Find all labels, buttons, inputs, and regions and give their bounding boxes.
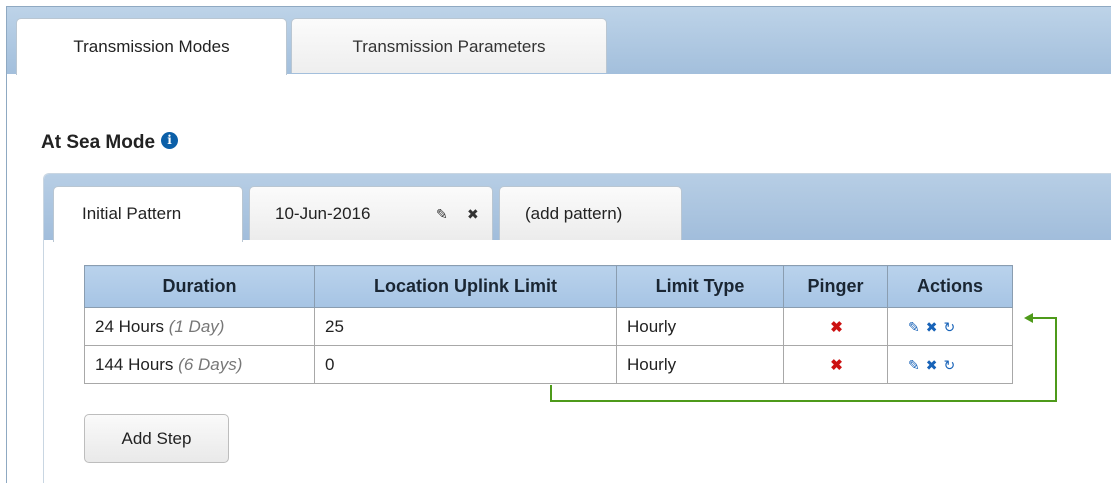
close-icon[interactable]: ✖ [467, 187, 479, 241]
pinger-off-icon: ✖ [830, 318, 843, 336]
column-header-limit-type: Limit Type [616, 265, 784, 308]
info-circle-icon[interactable]: i [161, 131, 179, 149]
tab-label: Initial Pattern [82, 204, 182, 223]
tab-label: Transmission Parameters [352, 37, 546, 56]
loop-icon[interactable]: ↻ [943, 357, 955, 373]
limit-type-cell: Hourly [616, 307, 784, 346]
table-row: 24 Hours (1 Day) 25 Hourly ✖ ✎ ✖ ↻ [84, 307, 1013, 346]
duration-cell: 24 Hours (1 Day) [84, 307, 315, 346]
tab-label: (add pattern) [525, 204, 623, 223]
limit-cell: 25 [314, 307, 617, 346]
add-step-button[interactable]: Add Step [84, 414, 229, 463]
actions-cell: ✎ ✖ ↻ [887, 307, 1013, 346]
tab-pattern-10-jun-2016[interactable]: 10-Jun-2016 ✎ ✖ [249, 186, 493, 240]
pinger-cell: ✖ [783, 345, 888, 384]
limit-cell: 0 [314, 345, 617, 384]
delete-icon[interactable]: ✖ [926, 357, 938, 373]
tab-label: Transmission Modes [73, 37, 230, 56]
loop-icon[interactable]: ↻ [943, 319, 955, 335]
tab-add-pattern[interactable]: (add pattern) [499, 186, 682, 240]
pencil-icon[interactable]: ✎ [908, 357, 920, 373]
top-tab-bar: Transmission Modes Transmission Paramete… [7, 7, 1111, 75]
duration-days: (6 Days) [178, 354, 243, 374]
column-header-duration: Duration [84, 265, 315, 308]
pattern-tab-bar: Initial Pattern 10-Jun-2016 ✎ ✖ (add pat… [44, 174, 1111, 242]
pinger-cell: ✖ [783, 307, 888, 346]
column-header-pinger: Pinger [783, 265, 888, 308]
table-row: 144 Hours (6 Days) 0 Hourly ✖ ✎ ✖ ↻ [84, 345, 1013, 384]
pinger-off-icon: ✖ [830, 356, 843, 374]
steps-table: Duration Location Uplink Limit Limit Typ… [84, 265, 1013, 384]
column-header-location-uplink-limit: Location Uplink Limit [314, 265, 617, 308]
column-header-actions: Actions [887, 265, 1013, 308]
duration-days: (1 Day) [168, 316, 225, 336]
actions-cell: ✎ ✖ ↻ [887, 345, 1013, 384]
tab-transmission-modes[interactable]: Transmission Modes [16, 18, 287, 75]
limit-type-cell: Hourly [616, 345, 784, 384]
pencil-icon[interactable]: ✎ [436, 187, 448, 241]
duration-hours: 144 Hours [95, 354, 174, 374]
tab-transmission-parameters[interactable]: Transmission Parameters [291, 18, 607, 73]
duration-cell: 144 Hours (6 Days) [84, 345, 315, 384]
tab-label: 10-Jun-2016 [275, 204, 371, 223]
panel-border-left [6, 6, 7, 483]
section-title: At Sea Mode i [41, 131, 179, 154]
delete-icon[interactable]: ✖ [926, 319, 938, 335]
duration-hours: 24 Hours [95, 316, 164, 336]
table-header-row: Duration Location Uplink Limit Limit Typ… [84, 265, 1013, 308]
tab-initial-pattern[interactable]: Initial Pattern [53, 186, 243, 242]
section-title-text: At Sea Mode [41, 132, 156, 153]
pencil-icon[interactable]: ✎ [908, 319, 920, 335]
